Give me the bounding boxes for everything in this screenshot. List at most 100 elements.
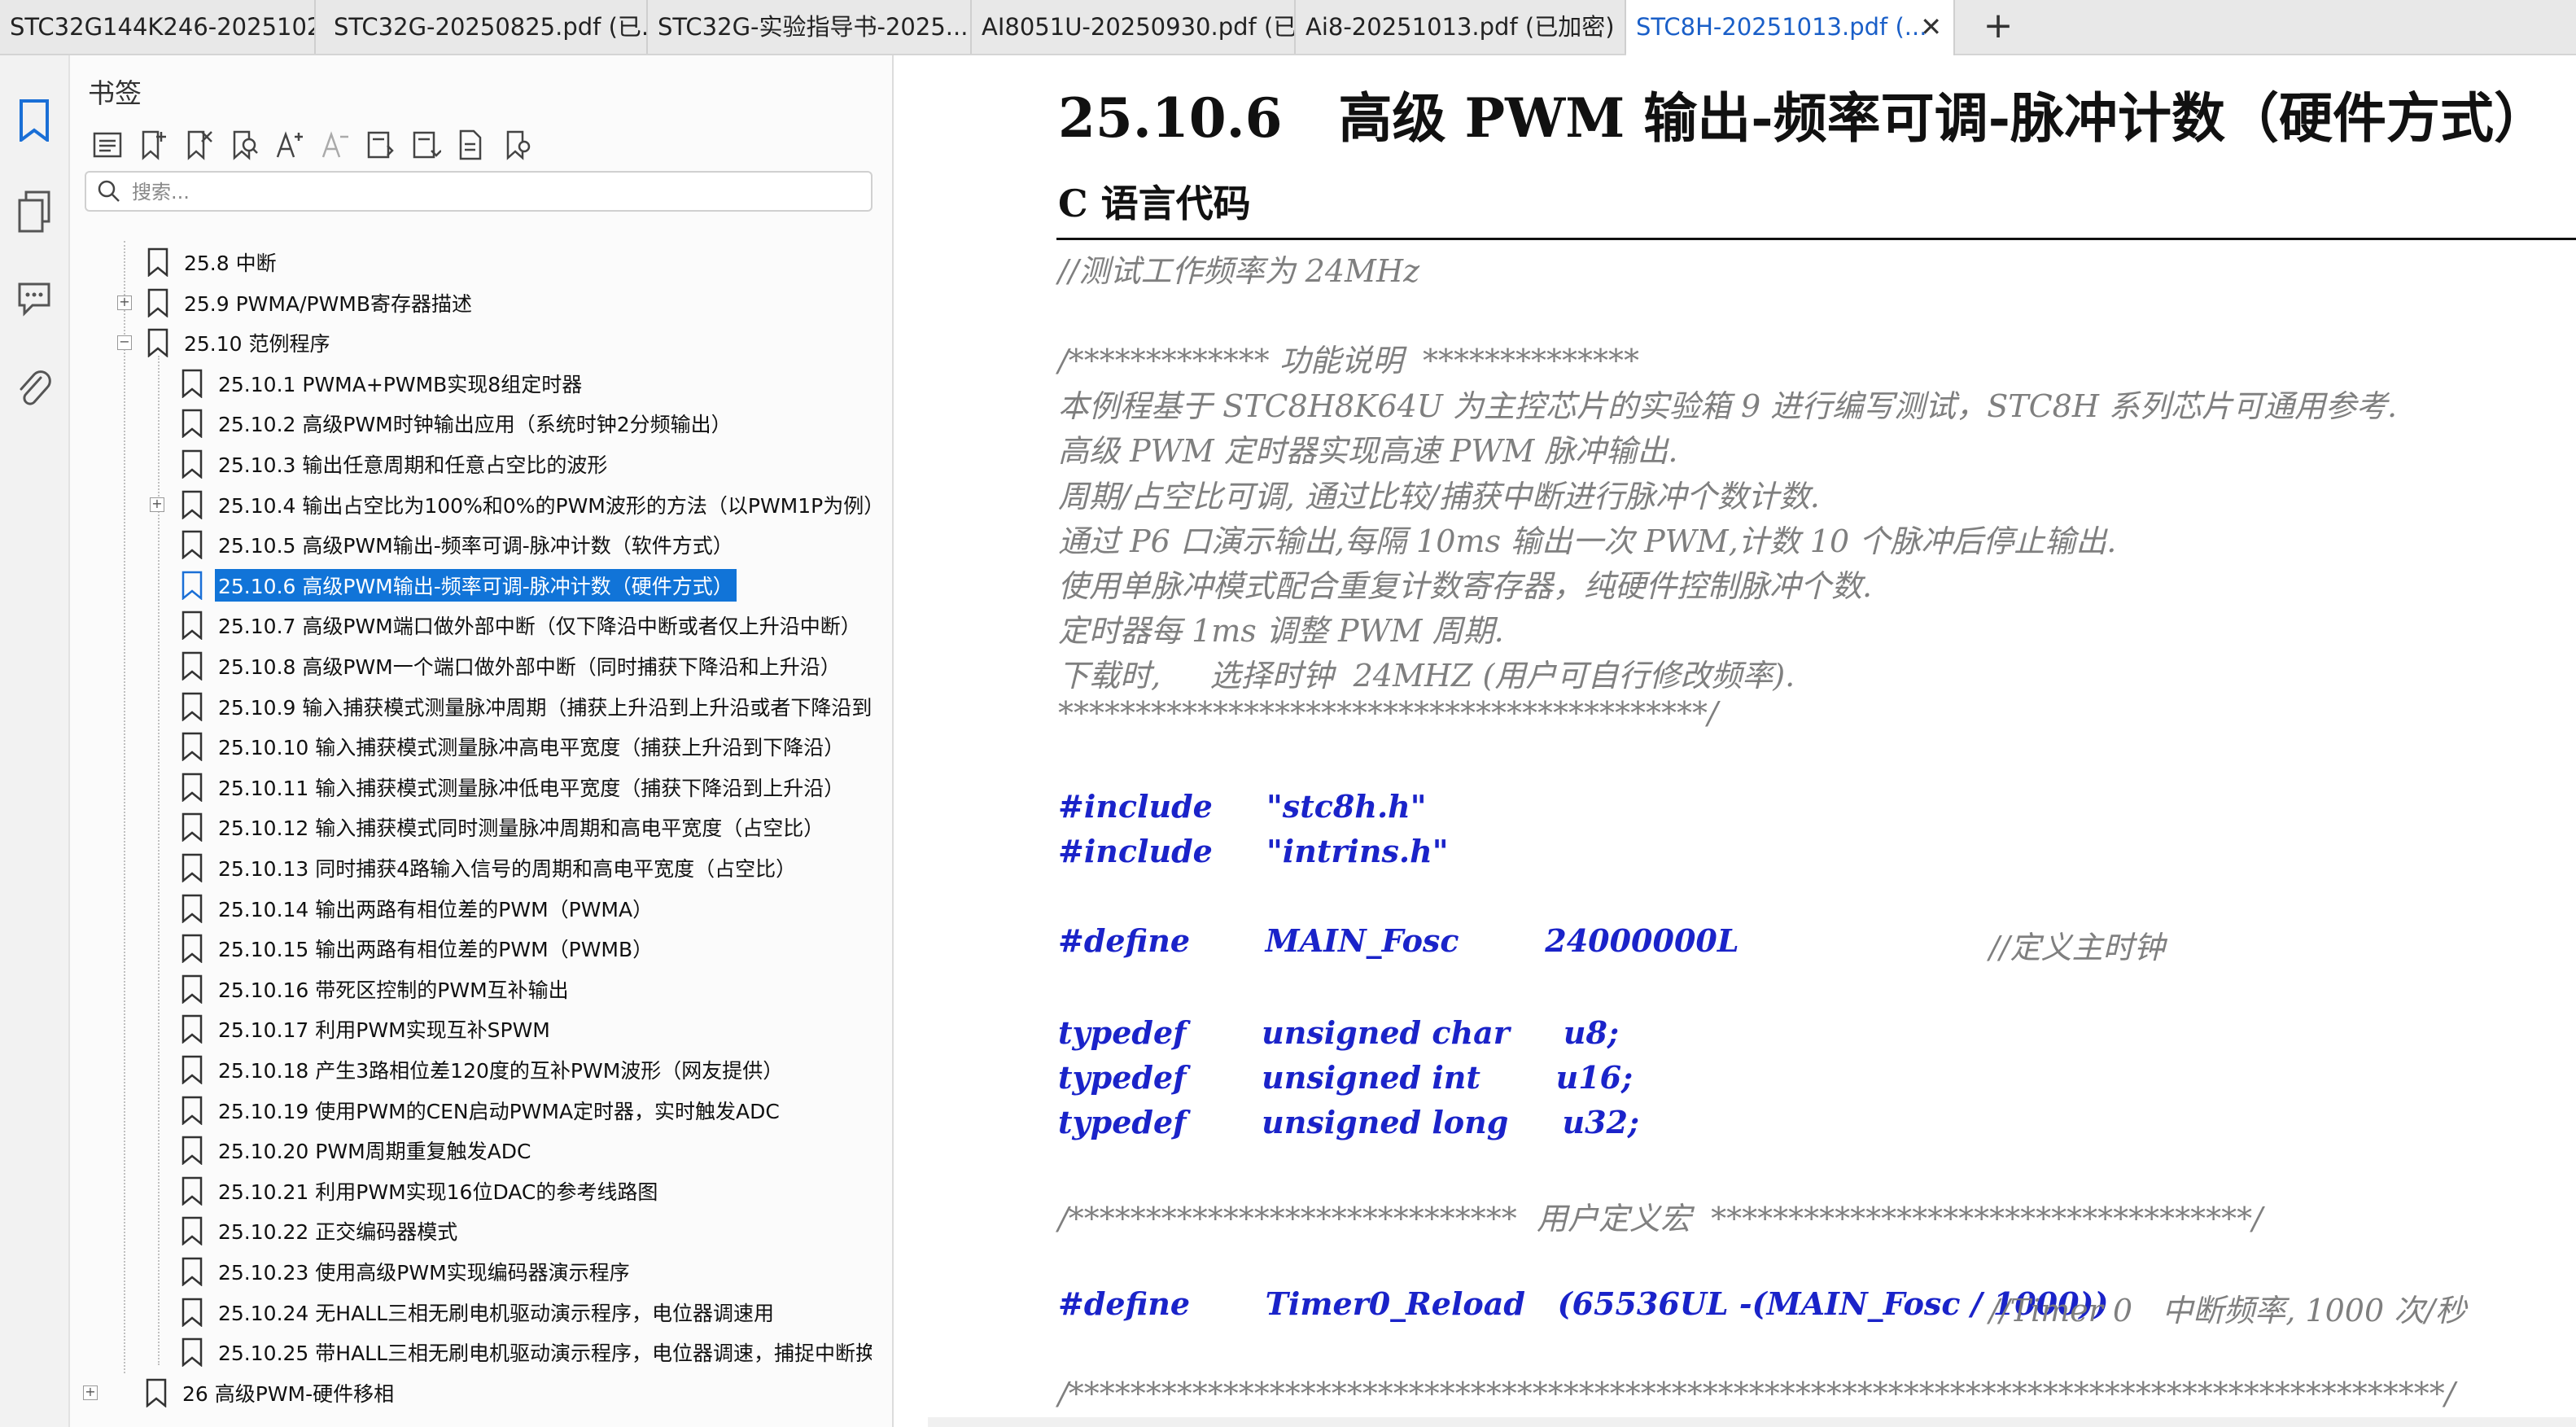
code-line: typedef unsigned int u16; xyxy=(1058,1059,1634,1096)
bookmark-item[interactable]: 25.10.11 输入捕获模式测量脉冲低电平宽度（捕获下降沿到上升沿） xyxy=(181,768,847,807)
bookmark-item[interactable]: 25.10.12 输入捕获模式同时测量脉冲周期和高电平宽度（占空比） xyxy=(181,808,827,847)
bookmark-icon xyxy=(182,1176,203,1206)
bookmark-item[interactable]: 25.10.7 高级PWM端口做外部中断（仅下降沿中断或者仅上升沿中断） xyxy=(181,606,864,645)
panel-title: 书签 xyxy=(88,77,142,109)
bookmark-item[interactable]: 25.10.18 产生3路相位差120度的互补PWM波形（网友提供） xyxy=(181,1050,786,1089)
delete-bookmark-icon[interactable] xyxy=(177,120,220,169)
bookmark-item[interactable]: 25.10.13 同时捕获4路输入信号的周期和高电平宽度（占空比） xyxy=(181,848,799,887)
code-comment: 通过 P6 口演示输出,每隔 10ms 输出一次 PWM,计数 10 个脉冲后停… xyxy=(1058,523,2117,559)
bookmark-item[interactable]: 25.10.10 输入捕获模式测量脉冲高电平宽度（捕获上升沿到下降沿） xyxy=(181,727,847,766)
bookmark-label: 25.10.4 输出占空比为100%和0%的PWM波形的方法（以PWM1P为例） xyxy=(218,493,872,518)
bookmark-item[interactable]: 25.10.24 无HALL三相无刷电机驱动演示程序，电位器调速用 xyxy=(181,1293,777,1332)
bookmark-item[interactable]: 25.10.19 使用PWM的CEN启动PWMA定时器，实时触发ADC xyxy=(181,1091,783,1130)
tab-bar: STC32G144K246-2025102... STC32G-20250825… xyxy=(0,0,2576,55)
text-smaller-icon[interactable] xyxy=(314,120,356,169)
bookmark-icon xyxy=(182,490,203,519)
bookmark-properties-icon[interactable] xyxy=(451,120,493,169)
collapse-all-icon[interactable] xyxy=(405,120,448,169)
bookmark-item[interactable]: 25.10.1 PWMA+PWMB实现8组定时器 xyxy=(181,364,585,403)
section-heading: 25.10.6 高级 PWM 输出-频率可调-脉冲计数（硬件方式） xyxy=(1058,86,2548,150)
bookmark-item[interactable]: 25.10.8 高级PWM一个端口做外部中断（同时捕获下降沿和上升沿） xyxy=(181,646,844,685)
bookmark-icon xyxy=(182,732,203,762)
new-tab-button[interactable]: + xyxy=(1978,0,2018,54)
bookmark-label: 25.10.18 产生3路相位差120度的互补PWM波形（网友提供） xyxy=(218,1059,784,1083)
expand-node-icon[interactable]: + xyxy=(150,497,164,512)
bookmark-icon xyxy=(182,853,203,882)
bookmark-tree: 25.8 中断 +25.9 PWMA/PWMB寄存器描述 − 25.10 范例程序 25… xyxy=(70,241,872,1427)
bookmark-item[interactable]: 25.9 PWMA/PWMB寄存器描述 xyxy=(147,283,475,322)
bookmark-label: 25.8 中断 xyxy=(184,252,277,275)
bookmark-label: 25.10.6 高级PWM输出-频率可调-脉冲计数（硬件方式） xyxy=(215,568,737,602)
bookmark-label: 25.10.5 高级PWM输出-频率可调-脉冲计数（软件方式） xyxy=(218,534,733,558)
comments-icon[interactable] xyxy=(11,275,57,321)
bookmark-icon xyxy=(182,692,203,721)
bookmark-item[interactable]: 25.10.25 带HALL三相无刷电机驱动演示程序，电位器调速，捕捉中断换相 xyxy=(181,1333,872,1372)
add-bookmark-icon[interactable] xyxy=(132,120,174,169)
pdf-page: 25.10.6 高级 PWM 输出-频率可调-脉冲计数（硬件方式） C 语言代码… xyxy=(928,55,2576,1427)
pages-icon[interactable] xyxy=(11,189,57,234)
code-comment: 高级 PWM 定时器实现高速 PWM 脉冲输出. xyxy=(1058,433,1678,469)
bookmark-item[interactable]: 25.10.6 高级PWM输出-频率可调-脉冲计数（硬件方式） xyxy=(181,566,737,605)
bookmark-item[interactable]: 25.10.9 输入捕获模式测量脉冲周期（捕获上升沿到上升沿或者下降沿到下 xyxy=(181,687,872,726)
bookmark-label: 25.10.23 使用高级PWM实现编码器演示程序 xyxy=(218,1261,630,1285)
bookmark-label: 25.10.7 高级PWM端口做外部中断（仅下降沿中断或者仅上升沿中断） xyxy=(218,615,861,639)
bookmark-icon[interactable] xyxy=(11,98,57,143)
expand-all-icon[interactable] xyxy=(360,120,402,169)
bookmark-item[interactable]: 25.10.4 输出占空比为100%和0%的PWM波形的方法（以PWM1P为例） xyxy=(181,485,872,524)
code-comment: /************* 功能说明 ************** xyxy=(1058,343,1640,379)
bookmark-item[interactable]: 25.8 中断 xyxy=(147,243,280,282)
bookmark-item[interactable]: 25.10.22 正交编码器模式 xyxy=(181,1211,461,1250)
bookmark-settings-icon[interactable] xyxy=(496,120,539,169)
section-subheading: C 语言代码 xyxy=(1058,182,1251,225)
tab-stc32g-20250825[interactable]: STC32G-20250825.pdf (已... xyxy=(324,0,648,54)
expand-node-icon[interactable]: + xyxy=(83,1385,98,1400)
code-comment: //Timer 0 中断频率, 1000 次/秒 xyxy=(1989,1293,2467,1329)
outline-list-icon[interactable] xyxy=(86,120,129,169)
tab-ai8[interactable]: Ai8-20251013.pdf (已加密) xyxy=(1296,0,1626,54)
bookmark-item[interactable]: 25.10.16 带死区控制的PWM互补输出 xyxy=(181,970,572,1009)
bookmark-item[interactable]: 25.10.17 利用PWM实现互补SPWM xyxy=(181,1009,553,1048)
code-comment: 周期/占空比可调, 通过比较/捕获中断进行脉冲个数计数. xyxy=(1058,479,1820,514)
bookmarks-panel: 书签 25.8 中断 +25.9 PWMA/PWMB寄存器描述 − 25.10 范例程… xyxy=(70,55,986,1427)
text-bigger-icon[interactable] xyxy=(269,120,311,169)
bookmark-icon xyxy=(182,651,203,681)
attachments-icon[interactable] xyxy=(11,366,57,412)
bookmark-item[interactable]: 25.10 范例程序 xyxy=(147,323,334,362)
horizontal-scrollbar[interactable] xyxy=(928,1417,2576,1427)
bookmark-item[interactable]: 25.10.14 输出两路有相位差的PWM（PWMA） xyxy=(181,889,656,928)
code-line: typedef unsigned long u32; xyxy=(1058,1104,1640,1140)
bookmark-item[interactable]: 25.10.2 高级PWM时钟输出应用（系统时钟2分频输出） xyxy=(181,404,735,443)
bookmark-item[interactable]: 25.10.5 高级PWM输出-频率可调-脉冲计数（软件方式） xyxy=(181,525,737,564)
bookmark-item[interactable]: 26 高级PWM-硬件移相 xyxy=(145,1373,397,1412)
document-viewer[interactable]: 25.10.6 高级 PWM 输出-频率可调-脉冲计数（硬件方式） C 语言代码… xyxy=(928,55,2576,1427)
bookmark-search-box[interactable] xyxy=(85,171,873,212)
bookmark-item[interactable]: 25.10.3 输出任意周期和任意占空比的波形 xyxy=(181,444,610,484)
search-icon xyxy=(98,180,120,202)
bookmark-item[interactable]: 25.10.21 利用PWM实现16位DAC的参考线路图 xyxy=(181,1171,661,1210)
bookmark-icon xyxy=(182,409,203,439)
find-bookmark-icon[interactable] xyxy=(223,120,265,169)
bookmark-label: 25.10.19 使用PWM的CEN启动PWMA定时器，实时触发ADC xyxy=(218,1099,780,1123)
tab-stc32g144k246[interactable]: STC32G144K246-2025102... xyxy=(0,0,316,54)
bookmark-label: 25.10.3 输出任意周期和任意占空比的波形 xyxy=(218,453,608,477)
tab-label: STC32G-20250825.pdf (已... xyxy=(334,13,648,41)
code-line: #include "stc8h.h" xyxy=(1058,788,1427,825)
close-tab-icon[interactable]: ✕ xyxy=(1920,0,1942,54)
code-line: #define Timer0_Reload (65536UL -(MAIN_Fo… xyxy=(1058,1285,2109,1322)
bookmark-icon xyxy=(147,328,168,358)
tab-stc32g-guide[interactable]: STC32G-实验指导书-2025... xyxy=(648,0,972,54)
bookmark-item[interactable]: 25.10.23 使用高级PWM实现编码器演示程序 xyxy=(181,1252,633,1291)
bookmark-label: 25.10.24 无HALL三相无刷电机驱动演示程序，电位器调速用 xyxy=(218,1301,775,1325)
collapse-node-icon[interactable]: − xyxy=(117,335,132,351)
bookmark-item[interactable]: 25.10.20 PWM周期重复触发ADC xyxy=(181,1131,534,1170)
tab-ai8051u[interactable]: AI8051U-20250930.pdf (已... xyxy=(972,0,1296,54)
tab-label: STC8H-20251013.pdf (... xyxy=(1636,13,1927,41)
bookmark-search-input[interactable] xyxy=(130,177,850,207)
bookmark-icon xyxy=(182,1257,203,1286)
bookmark-item[interactable]: 25.10.15 输出两路有相位差的PWM（PWMB） xyxy=(181,929,656,968)
expand-node-icon[interactable]: + xyxy=(117,295,132,310)
code-comment: 本例程基于 STC8H8K64U 为主控芯片的实验箱 9 进行编写测试，STC8… xyxy=(1058,388,2398,424)
tab-stc8h-active[interactable]: STC8H-20251013.pdf (... ✕ xyxy=(1626,0,1955,55)
bookmark-icon xyxy=(182,1096,203,1125)
bookmark-icon xyxy=(147,288,168,317)
